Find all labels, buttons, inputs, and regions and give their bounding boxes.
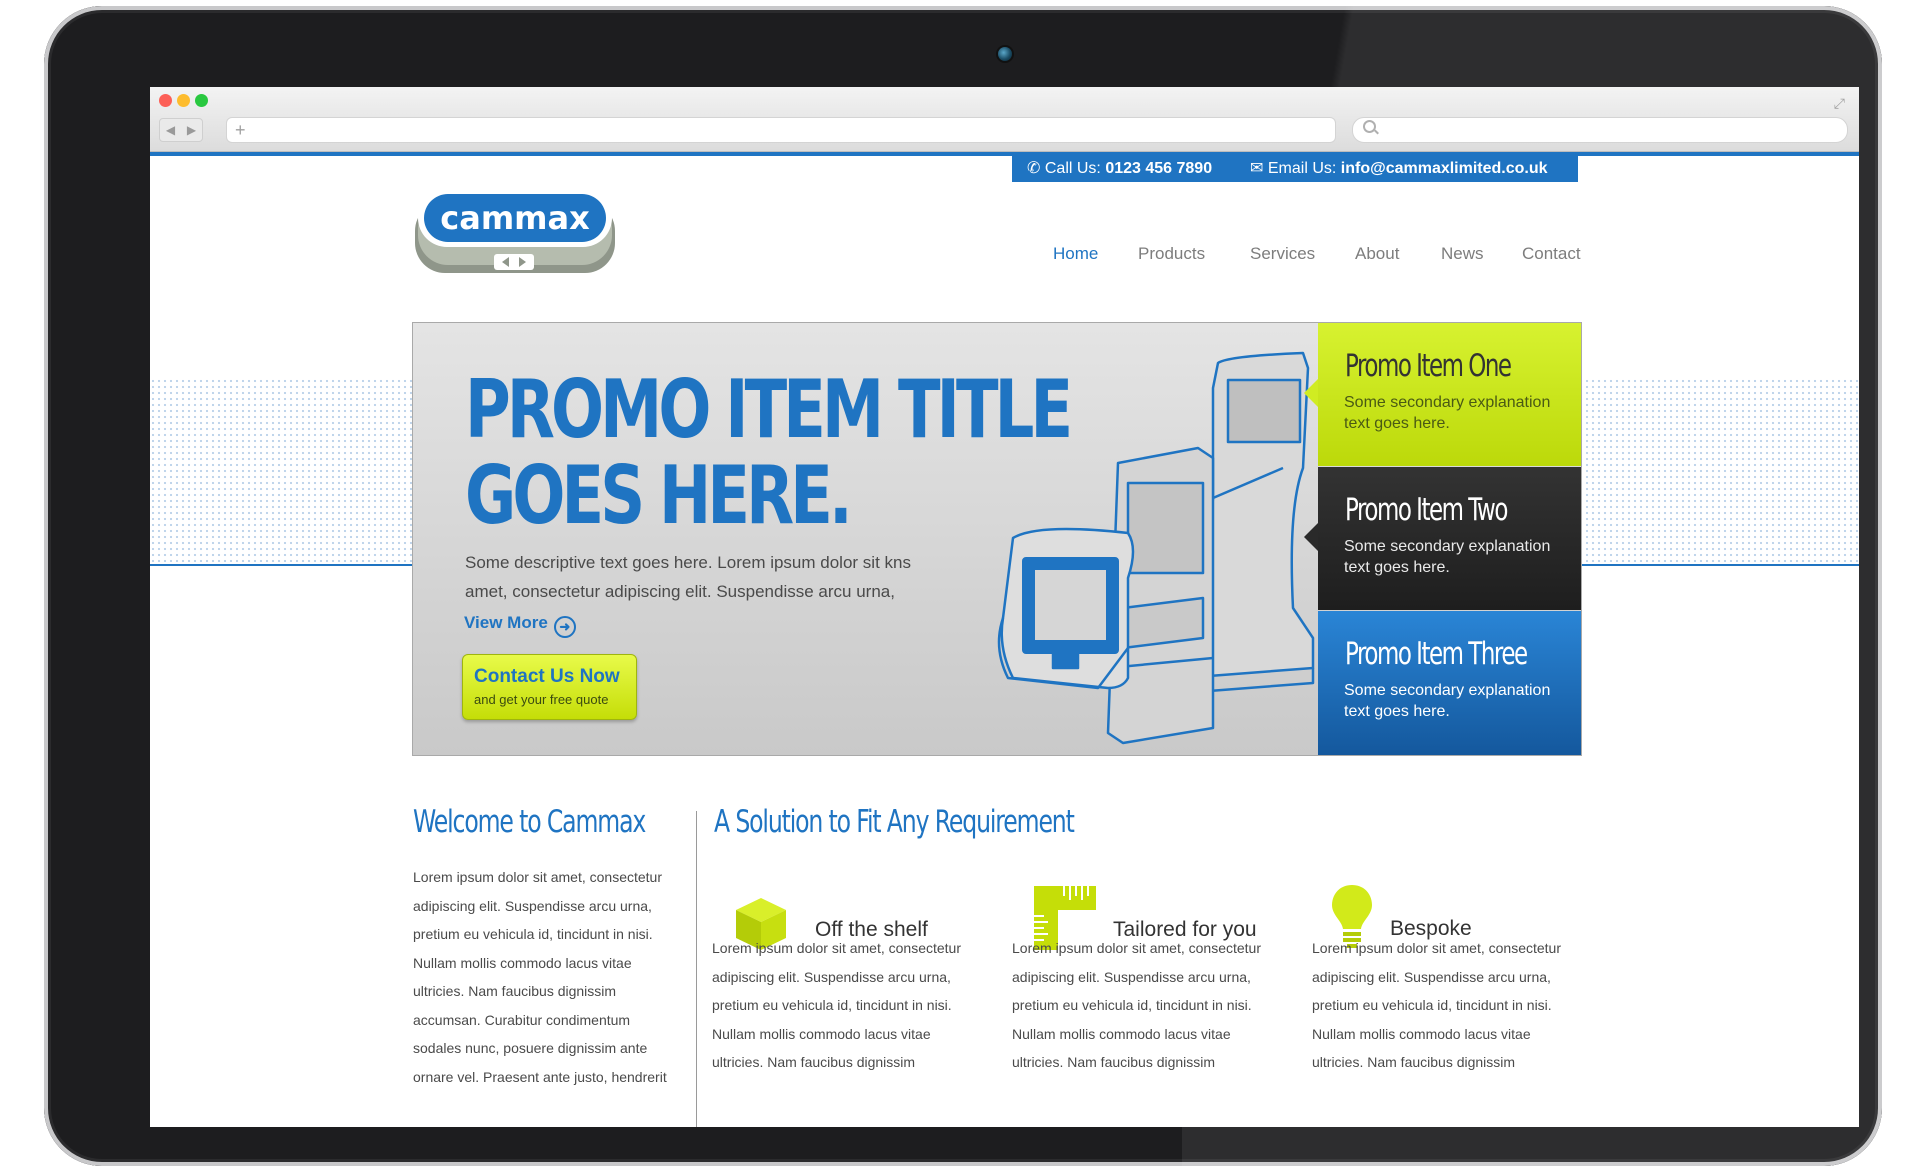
address-bar[interactable]: + xyxy=(226,117,1336,143)
nav-about[interactable]: About xyxy=(1355,244,1399,264)
promo-item-two[interactable]: Promo Item Two Some secondary explanatio… xyxy=(1304,467,1581,610)
cammax-logo[interactable]: cammax xyxy=(414,189,616,275)
promo-text-line-1: Some secondary explanation xyxy=(1344,538,1551,555)
promo-item-three[interactable]: Promo Item Three Some secondary explanat… xyxy=(1318,611,1581,755)
screen: ◀ ▶ + ⤢ ✆ Call Us: 0123 456 7890 ✉ Email… xyxy=(150,87,1859,1127)
text-line: sodales nunc, posuere dignissim ante xyxy=(413,1040,648,1056)
text-line: ornare vel. Praesent ante justo, hendrer… xyxy=(413,1068,667,1085)
text-line: Lorem ipsum dolor sit amet, consectetur xyxy=(413,869,662,885)
feature-text-off-the-shelf: Lorem ipsum dolor sit amet, consectetur … xyxy=(712,934,961,1077)
text-line: adipiscing elit. Suspendisse arcu urna, xyxy=(712,968,951,985)
text-line: adipiscing elit. Suspendisse arcu urna, xyxy=(413,897,652,914)
promo-title: Promo Item Two xyxy=(1345,492,1508,528)
new-tab-plus-icon[interactable]: + xyxy=(235,119,246,141)
feature-text-bespoke: Lorem ipsum dolor sit amet, consectetur … xyxy=(1312,934,1561,1077)
nav-contact[interactable]: Contact xyxy=(1522,244,1581,264)
text-line: ultricies. Nam faucibus dignissim xyxy=(1312,1054,1516,1070)
search-icon xyxy=(1363,120,1376,133)
text-line: pretium eu vehicula id, tincidunt in nis… xyxy=(1012,997,1252,1013)
text-line: Nullam mollis commodo lacus vitae xyxy=(1312,1025,1531,1042)
text-line: Lorem ipsum dolor sit amet, consectetur xyxy=(1312,940,1561,956)
email-label: Email Us: xyxy=(1267,160,1337,177)
forward-arrow-icon[interactable]: ▶ xyxy=(187,119,196,141)
promo-text: Some secondary explanation text goes her… xyxy=(1344,680,1569,722)
text-line: adipiscing elit. Suspendisse arcu urna, xyxy=(1012,968,1251,985)
fullscreen-arrows-icon[interactable]: ⤢ xyxy=(1834,95,1845,112)
hero-description: Some descriptive text goes here. Lorem i… xyxy=(465,548,915,606)
phone-number: 0123 456 7890 xyxy=(1105,160,1213,177)
promo-title: Promo Item Three xyxy=(1345,636,1528,672)
promo-text-line-2: text goes here. xyxy=(1344,703,1450,720)
phone-contact[interactable]: ✆ Call Us: 0123 456 7890 xyxy=(1027,156,1212,182)
minimize-window-button[interactable] xyxy=(177,94,190,107)
call-label: Call Us: xyxy=(1044,160,1101,177)
promo-text-line-1: Some secondary explanation xyxy=(1344,682,1551,699)
logo-wordmark: cammax xyxy=(440,199,590,237)
email-address: info@cammaxlimited.co.uk xyxy=(1340,160,1548,177)
close-window-button[interactable] xyxy=(159,94,172,107)
nav-products[interactable]: Products xyxy=(1138,244,1205,264)
promo-pointer xyxy=(1304,523,1318,551)
text-line: Lorem ipsum dolor sit amet, consectetur xyxy=(712,940,961,956)
text-line: Lorem ipsum dolor sit amet, consectetur xyxy=(1012,940,1261,956)
feature-text-tailored-for-you: Lorem ipsum dolor sit amet, consectetur … xyxy=(1012,934,1261,1077)
email-contact[interactable]: ✉ Email Us: info@cammaxlimited.co.uk xyxy=(1250,156,1548,182)
hero-title-line-2: GOES HERE. xyxy=(465,449,853,542)
welcome-text: Lorem ipsum dolor sit amet, consectetur … xyxy=(413,863,667,1091)
text-line: pretium eu vehicula id, tincidunt in nis… xyxy=(1312,997,1552,1013)
promo-text: Some secondary explanation text goes her… xyxy=(1344,536,1569,578)
text-line: adipiscing elit. Suspendisse arcu urna, xyxy=(1312,968,1551,985)
web-page: ✆ Call Us: 0123 456 7890 ✉ Email Us: inf… xyxy=(150,152,1859,1127)
promo-pointer xyxy=(1304,379,1318,407)
text-line: ultricies. Nam faucibus dignissim xyxy=(413,983,617,999)
kiosk-illustration xyxy=(997,351,1315,745)
view-more-link[interactable]: View More ➜ xyxy=(464,613,576,638)
text-line: Nullam mollis commodo lacus vitae xyxy=(712,1025,931,1042)
header-top-line xyxy=(150,152,1859,156)
nav-services[interactable]: Services xyxy=(1250,244,1315,264)
webcam xyxy=(998,47,1012,61)
cta-main-label: Contact Us Now xyxy=(474,666,620,687)
hero-text-line-2: amet, consectetur adipiscing elit. Suspe… xyxy=(465,582,895,601)
browser-search-field[interactable] xyxy=(1352,117,1848,143)
text-line: ultricies. Nam faucibus dignissim xyxy=(712,1054,916,1070)
view-more-label: View More xyxy=(464,613,548,632)
contact-us-now-button[interactable]: Contact Us Now and get your free quote xyxy=(462,654,637,720)
promo-text-line-2: text goes here. xyxy=(1344,415,1450,432)
zoom-window-button[interactable] xyxy=(195,94,208,107)
contact-bar: ✆ Call Us: 0123 456 7890 ✉ Email Us: inf… xyxy=(1012,156,1578,182)
nav-home[interactable]: Home xyxy=(1053,244,1098,264)
text-line: pretium eu vehicula id, tincidunt in nis… xyxy=(413,926,653,942)
nav-news[interactable]: News xyxy=(1441,244,1484,264)
hero-title: PROMO ITEM TITLE GOES HERE. xyxy=(465,363,1073,542)
hero-text-line-1: Some descriptive text goes here. Lorem i… xyxy=(465,553,911,572)
promo-text-line-2: text goes here. xyxy=(1344,559,1450,576)
back-arrow-icon[interactable]: ◀ xyxy=(166,119,175,141)
promo-text-line-1: Some secondary explanation xyxy=(1344,394,1551,411)
promo-title: Promo Item One xyxy=(1345,348,1512,384)
text-line: ultricies. Nam faucibus dignissim xyxy=(1012,1054,1216,1070)
history-nav: ◀ ▶ xyxy=(159,118,203,142)
text-line: Nullam mollis commodo lacus vitae xyxy=(1012,1025,1231,1042)
text-line: Nullam mollis commodo lacus vitae xyxy=(413,954,632,971)
envelope-icon: ✉ xyxy=(1250,160,1264,177)
hero-title-line-1: PROMO ITEM TITLE xyxy=(465,363,1073,456)
browser-chrome: ◀ ▶ + ⤢ xyxy=(150,87,1859,152)
cta-sub-label: and get your free quote xyxy=(474,692,609,707)
column-divider xyxy=(696,811,697,1127)
promo-text: Some secondary explanation text goes her… xyxy=(1344,392,1569,434)
laptop-frame: ◀ ▶ + ⤢ ✆ Call Us: 0123 456 7890 ✉ Email… xyxy=(44,6,1882,1166)
text-line: pretium eu vehicula id, tincidunt in nis… xyxy=(712,997,952,1013)
welcome-heading: Welcome to Cammax xyxy=(413,804,646,840)
solution-heading: A Solution to Fit Any Requirement xyxy=(714,804,1075,840)
text-line: accumsan. Curabitur condimentum xyxy=(413,1011,631,1028)
hero-slider: PROMO ITEM TITLE GOES HERE. Some descrip… xyxy=(412,322,1582,756)
phone-icon: ✆ xyxy=(1027,160,1041,177)
arrow-right-circle-icon: ➜ xyxy=(553,616,576,638)
promo-item-one[interactable]: Promo Item One Some secondary explanatio… xyxy=(1304,323,1581,466)
